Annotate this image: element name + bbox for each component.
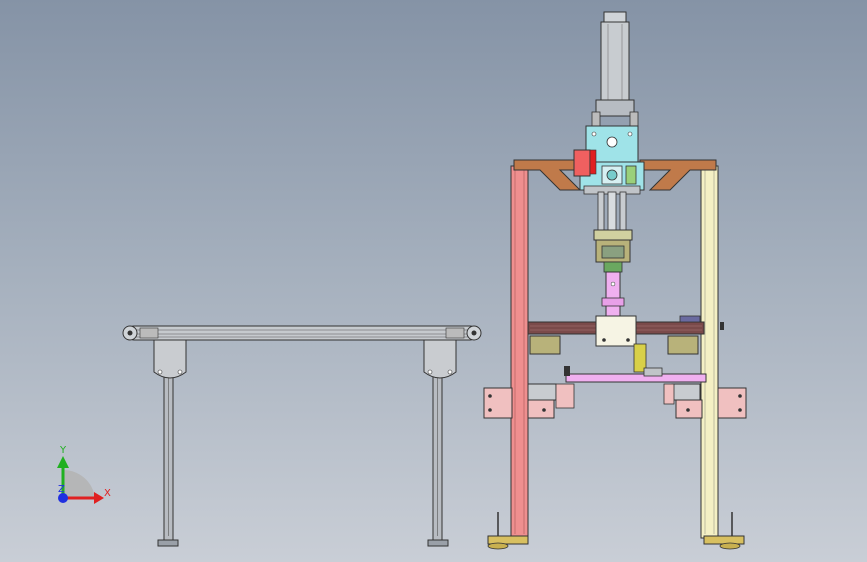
cylinder-mount-plate[interactable]	[573, 125, 645, 195]
carriage-block	[595, 315, 637, 347]
frame-column-red	[510, 165, 529, 539]
conveyor-foot-left	[157, 539, 179, 547]
assembly-drawing[interactable]: Y X Z	[0, 0, 867, 562]
frame-column-yellow	[700, 165, 719, 539]
y-axis-label: Y	[59, 445, 67, 456]
z-axis-label: Z	[58, 484, 65, 495]
cad-viewport[interactable]: Y X Z	[0, 0, 867, 562]
x-axis-label: X	[104, 488, 111, 499]
belt-conveyor[interactable]	[122, 325, 482, 547]
conveyor-beam	[127, 325, 477, 341]
sensor-green	[625, 165, 637, 185]
guide-rods	[597, 191, 627, 233]
rotary-actuator[interactable]	[593, 229, 633, 273]
lift-cylinder[interactable]	[591, 11, 639, 129]
linear-module[interactable]	[527, 315, 724, 373]
pink-arm[interactable]	[601, 271, 625, 317]
sensor-red	[573, 149, 591, 177]
frame-foot-right	[703, 535, 745, 545]
conveyor-foot-right	[427, 539, 449, 547]
coordinate-triad: Y X Z	[57, 445, 111, 504]
